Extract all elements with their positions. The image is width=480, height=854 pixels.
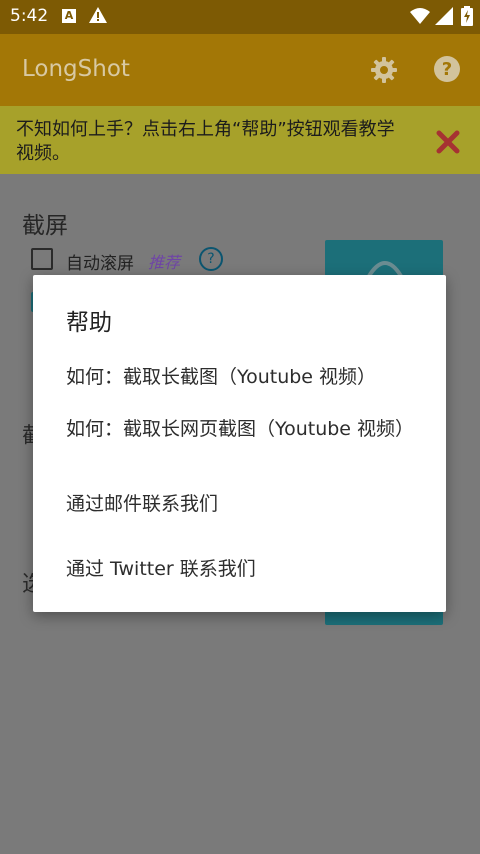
app-title: LongShot bbox=[22, 56, 130, 82]
recommend-label: 推荐 bbox=[148, 253, 181, 272]
help-dialog: 帮助 如何：截取长截图（Youtube 视频） 如何：截取长网页截图（Youtu… bbox=[33, 275, 446, 612]
a-icon: A bbox=[62, 9, 76, 23]
status-time: 5:42 bbox=[10, 6, 49, 26]
app-toolbar: LongShot bbox=[0, 34, 480, 106]
battery-charging-icon bbox=[461, 6, 473, 26]
auto-scroll-checkbox[interactable] bbox=[31, 248, 53, 270]
screenshot-section-title: 截屏 bbox=[22, 213, 68, 239]
close-icon[interactable] bbox=[436, 130, 460, 154]
capture-icon bbox=[367, 261, 403, 276]
dialog-item-contact-email[interactable]: 通过邮件联系我们 bbox=[66, 491, 416, 517]
hint-text: 不知如何上手？点击右上角“帮助”按钮观看教学视频。 bbox=[16, 119, 395, 164]
gear-icon[interactable] bbox=[370, 56, 398, 84]
dialog-item-contact-twitter[interactable]: 通过 Twitter 联系我们 bbox=[66, 556, 416, 582]
dialog-title: 帮助 bbox=[66, 310, 112, 336]
start-capture-button[interactable] bbox=[325, 240, 443, 276]
status-bar: 5:42 A bbox=[0, 0, 480, 34]
signal-icon bbox=[435, 7, 453, 25]
hint-banner: 不知如何上手？点击右上角“帮助”按钮观看教学视频。 bbox=[0, 106, 480, 174]
dialog-item-long-webpage-video[interactable]: 如何：截取长网页截图（Youtube 视频） bbox=[66, 416, 416, 442]
warning-icon bbox=[89, 7, 107, 23]
svg-text:?: ? bbox=[442, 59, 452, 80]
dialog-item-long-screenshot-video[interactable]: 如何：截取长截图（Youtube 视频） bbox=[66, 364, 416, 390]
auto-scroll-label: 自动滚屏 bbox=[66, 254, 134, 274]
question-icon[interactable]: ? bbox=[433, 55, 461, 83]
question-icon[interactable]: ? bbox=[199, 247, 223, 271]
wifi-icon bbox=[410, 8, 430, 24]
